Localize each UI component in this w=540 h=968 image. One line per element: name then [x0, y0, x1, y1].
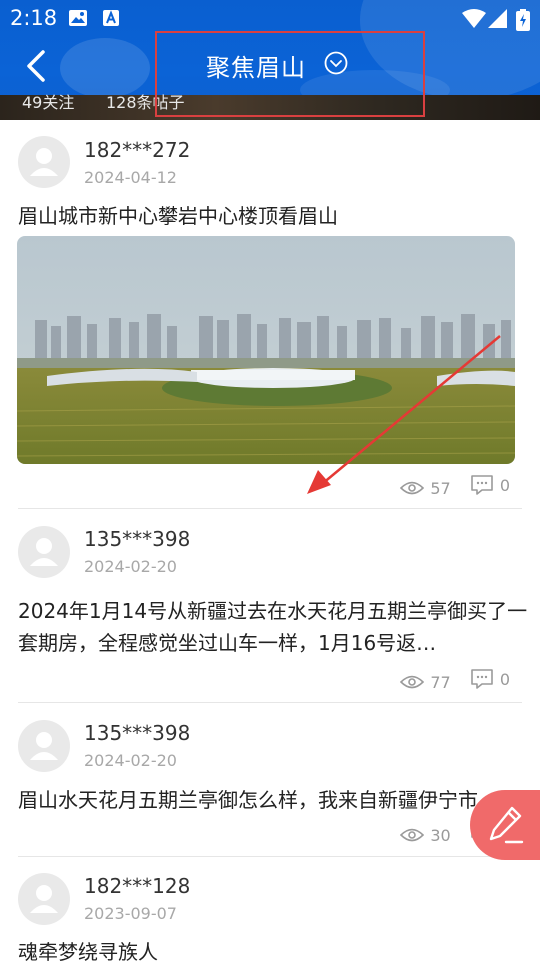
default-avatar-icon — [30, 885, 58, 913]
post-content[interactable]: 魂牵梦绕寻族人 — [18, 936, 528, 968]
view-count: 77 — [400, 672, 451, 692]
post-content[interactable]: 2024年1月14号从新疆过去在水天花月五期兰亭御买了一套期房，全程感觉坐过山车… — [18, 595, 528, 659]
view-count-value: 30 — [430, 825, 451, 845]
post-date: 2024-02-20 — [84, 557, 177, 576]
comment-icon — [471, 669, 493, 689]
comment-count-value: 0 — [499, 669, 510, 689]
annotation-arrow — [307, 335, 501, 494]
eye-icon — [400, 828, 425, 842]
default-avatar-icon — [30, 732, 58, 760]
post-content[interactable]: 眉山水天花月五期兰亭御怎么样，我来自新疆伊宁市 — [18, 784, 528, 816]
comment-count[interactable]: 0 — [470, 668, 510, 690]
post-username[interactable]: 135***398 — [84, 527, 190, 551]
post-date: 2024-02-20 — [84, 751, 177, 770]
post-username[interactable]: 135***398 — [84, 721, 190, 745]
compose-post-button[interactable] — [470, 790, 540, 860]
view-count: 30 — [400, 825, 451, 845]
post-date: 2023-09-07 — [84, 904, 177, 923]
avatar[interactable] — [18, 526, 70, 578]
avatar[interactable] — [18, 873, 70, 925]
eye-icon — [400, 675, 425, 689]
divider — [18, 856, 522, 857]
default-avatar-icon — [30, 538, 58, 566]
view-count-value: 77 — [430, 672, 451, 692]
post-stats: 77 0 — [386, 668, 510, 692]
pen-icon — [489, 806, 524, 844]
post-username[interactable]: 182***128 — [84, 874, 190, 898]
divider — [18, 702, 522, 703]
avatar[interactable] — [18, 720, 70, 772]
